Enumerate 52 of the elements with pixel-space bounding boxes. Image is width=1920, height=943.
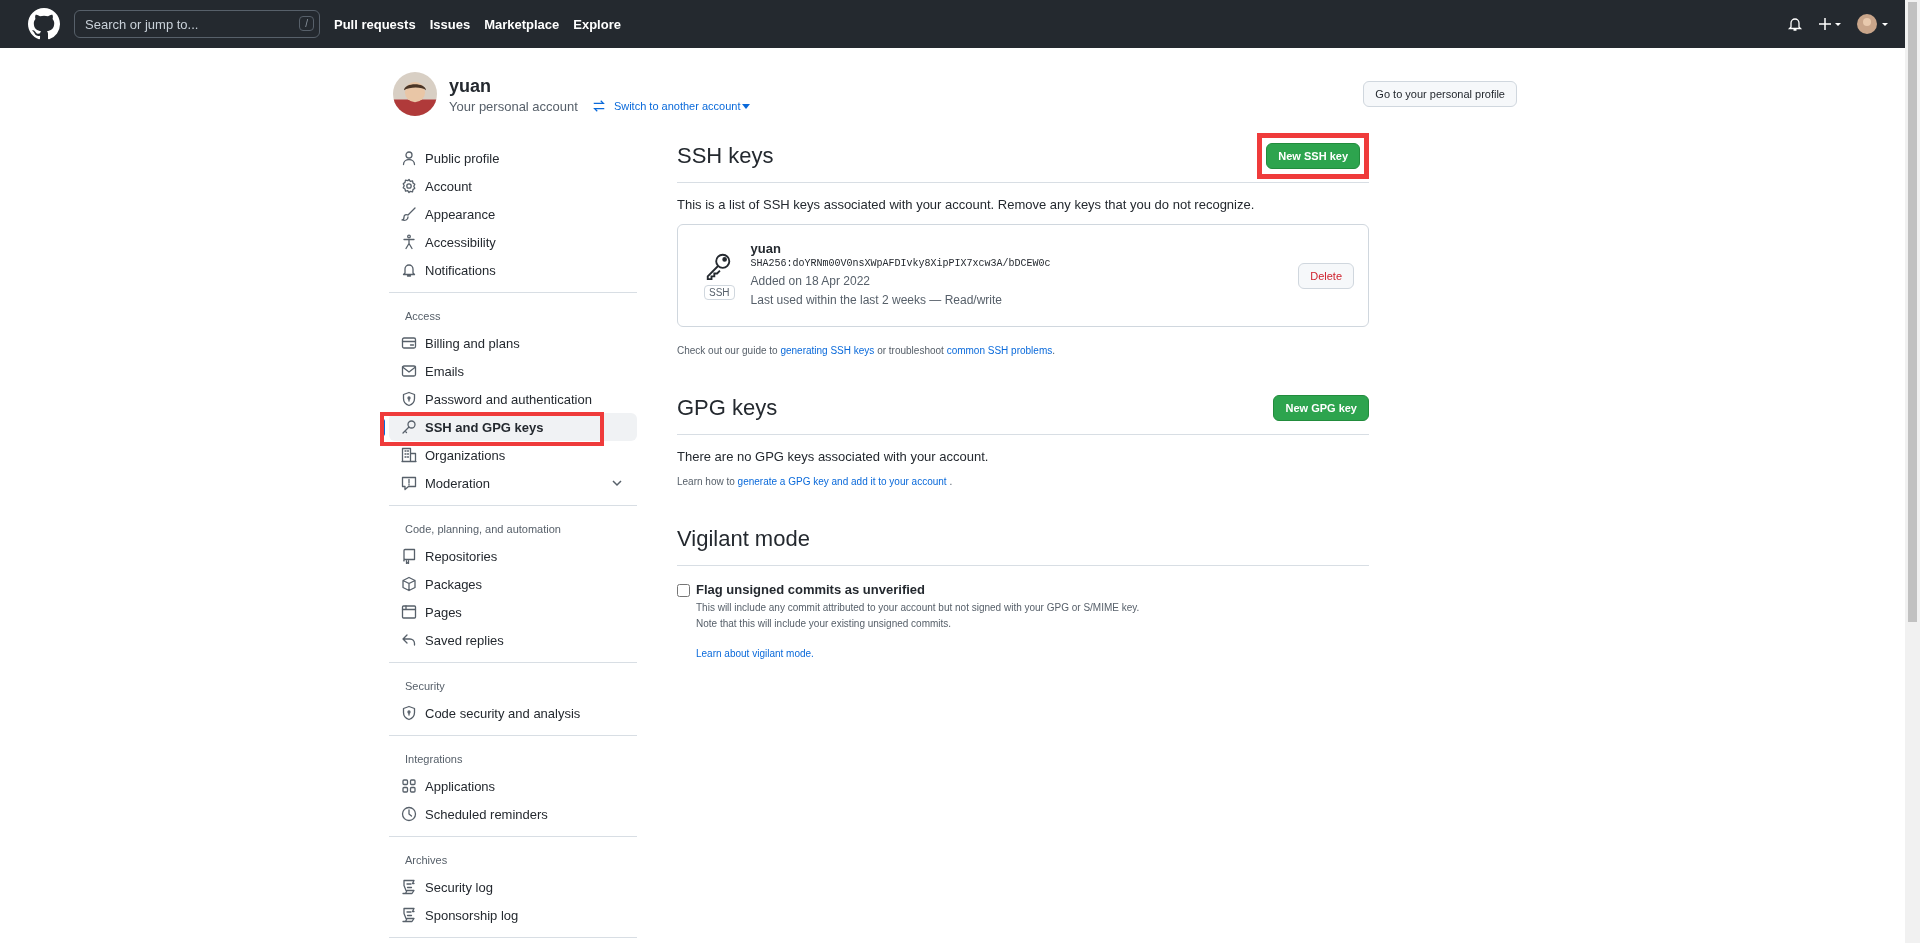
keyboard-shortcut-hint: / [299,16,314,31]
sidebar-section-heading: Code, planning, and automation [404,522,562,537]
help-link[interactable]: generate a GPG key and add it to your account [737,476,947,487]
sidebar-item[interactable]: Repositories [389,542,637,570]
sidebar-item[interactable]: Packages [389,570,637,598]
nav-link[interactable]: Issues [429,16,471,32]
sidebar-item[interactable]: Account [389,172,637,200]
ssh-intro-text: This is a list of SSH keys associated with your account. Remove any keys that you do not recognize. [677,197,1256,212]
nav-link[interactable]: Pull requests [334,16,416,32]
sidebar-item[interactable]: Password and authentication [389,385,637,413]
sidebar-item[interactable]: Applications [389,772,637,800]
vigilant-mode-link[interactable]: Learn about vigilant mode. [696,648,814,659]
delete-button[interactable]: Delete [1298,262,1354,289]
sidebar-item[interactable]: Security log [389,873,637,901]
sidebar-item[interactable]: Organizations [389,441,637,469]
checkbox-note: This will include any commit attributed to your account but not signed with your GPG or S/MIME key. [696,601,1140,615]
sidebar-item[interactable]: Notifications [389,256,637,284]
key-title: yuan [750,241,782,256]
sidebar-item[interactable]: Moderation [389,469,637,497]
checkbox-note: Note that this will include your existing unsigned commits. [696,617,953,631]
sidebar-item[interactable]: Accessibility [389,228,637,256]
key-fingerprint: SHA256:doYRNm00V0nsXWpAFDIvky8XipPIX7xcw3A/bDCEW0c [750,258,1052,269]
section-title: SSH keys [677,143,774,169]
sidebar-item[interactable]: Pages [389,598,637,626]
sidebar-item[interactable]: Public profile [389,144,637,172]
sidebar-item[interactable]: Appearance [389,200,637,228]
sidebar-item[interactable]: Emails [389,357,637,385]
sidebar-item[interactable]: Code security and analysis [389,699,637,727]
key-last-used: Last used within the last 2 weeks — Read/write [750,292,1004,309]
gpg-help-text: Learn how to generate a GPG key and add it to your account . [677,476,954,487]
nav-link[interactable]: Explore [573,16,621,32]
section-title: GPG keys [677,395,778,421]
checkbox-label: Flag unsigned commits as unverified [696,582,926,597]
sidebar-section-heading: Access [404,309,442,324]
sidebar-section-heading: Archives [404,853,449,868]
account-type-label: Your personal account [449,98,578,114]
help-link[interactable]: generating SSH keys [780,345,875,356]
ssh-badge: SSH [704,285,735,300]
sidebar-item[interactable]: Sponsorship log [389,901,637,929]
sidebar-item[interactable]: Billing and plans [389,329,637,357]
section-title: Vigilant mode [677,526,810,552]
switch-account-link[interactable]: Switch to another account [613,100,741,112]
ssh-help-text: Check out our guide to generating SSH keys or troubleshoot common SSH problems. [677,345,1056,356]
sidebar-item[interactable]: Saved replies [389,626,637,654]
sidebar-item[interactable]: Scheduled reminders [389,800,637,828]
sidebar-section-heading: Security [404,679,446,694]
nav-link[interactable]: Marketplace [484,16,560,32]
sidebar-section-heading: Integrations [404,752,464,767]
personal-profile-button[interactable]: Go to your personal profile [1363,81,1517,107]
key-added-date: Added on 18 Apr 2022 [750,273,871,290]
gpg-empty-text: There are no GPG keys associated with your account. [677,449,990,464]
account-name: yuan [449,74,492,97]
